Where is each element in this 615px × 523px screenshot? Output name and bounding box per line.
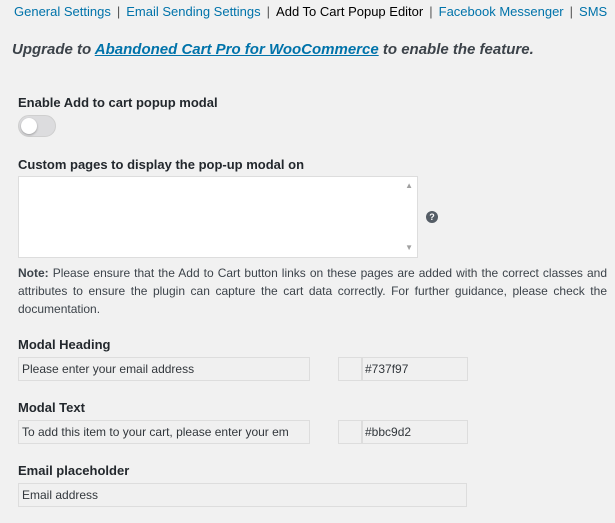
tab-sms[interactable]: SMS — [579, 4, 607, 19]
upgrade-suffix: to enable the feature. — [378, 41, 534, 58]
tab-facebook-messenger[interactable]: Facebook Messenger — [439, 4, 564, 19]
modal-text-input[interactable]: To add this item to your cart, please en… — [18, 420, 310, 444]
modal-heading-label: Modal Heading — [18, 337, 111, 352]
enable-modal-toggle[interactable] — [18, 115, 56, 137]
toggle-knob — [21, 118, 37, 134]
tab-separator: | — [569, 4, 574, 19]
note-text: Note: Please ensure that the Add to Cart… — [18, 264, 607, 318]
note-body: Please ensure that the Add to Cart butto… — [18, 266, 607, 316]
modal-heading-color-input[interactable]: #737f97 — [362, 357, 468, 381]
tab-separator: | — [266, 4, 271, 19]
upgrade-link[interactable]: Abandoned Cart Pro for WooCommerce — [95, 41, 379, 58]
scroll-down-icon[interactable]: ▼ — [405, 244, 413, 252]
modal-text-color-swatch[interactable] — [338, 420, 362, 444]
modal-text-color-input[interactable]: #bbc9d2 — [362, 420, 468, 444]
textarea-scrollbar[interactable]: ▲ ▼ — [401, 177, 417, 257]
note-bold: Note: — [18, 266, 49, 280]
email-placeholder-label: Email placeholder — [18, 463, 130, 478]
question-icon[interactable]: ? — [426, 211, 438, 223]
tab-general-settings[interactable]: General Settings — [14, 4, 111, 19]
tab-add-to-cart-popup-editor[interactable]: Add To Cart Popup Editor — [276, 4, 423, 19]
enable-modal-label: Enable Add to cart popup modal — [18, 95, 218, 110]
custom-pages-textarea[interactable]: ▲ ▼ — [18, 176, 418, 258]
settings-tabs: General Settings | Email Sending Settings |… — [0, 4, 615, 19]
modal-text-label: Modal Text — [18, 400, 85, 415]
custom-pages-label: Custom pages to display the pop-up modal… — [18, 157, 305, 172]
tab-email-sending-settings[interactable]: Email Sending Settings — [126, 4, 260, 19]
modal-heading-input[interactable]: Please enter your email address — [18, 357, 310, 381]
upgrade-notice: Upgrade to Abandoned Cart Pro for WooCom… — [12, 41, 534, 58]
upgrade-prefix: Upgrade to — [12, 41, 95, 58]
tab-separator: | — [429, 4, 433, 19]
scroll-up-icon[interactable]: ▲ — [405, 182, 413, 190]
tab-separator: | — [116, 4, 121, 19]
email-placeholder-input[interactable]: Email address — [18, 483, 467, 507]
modal-heading-color-swatch[interactable] — [338, 357, 362, 381]
